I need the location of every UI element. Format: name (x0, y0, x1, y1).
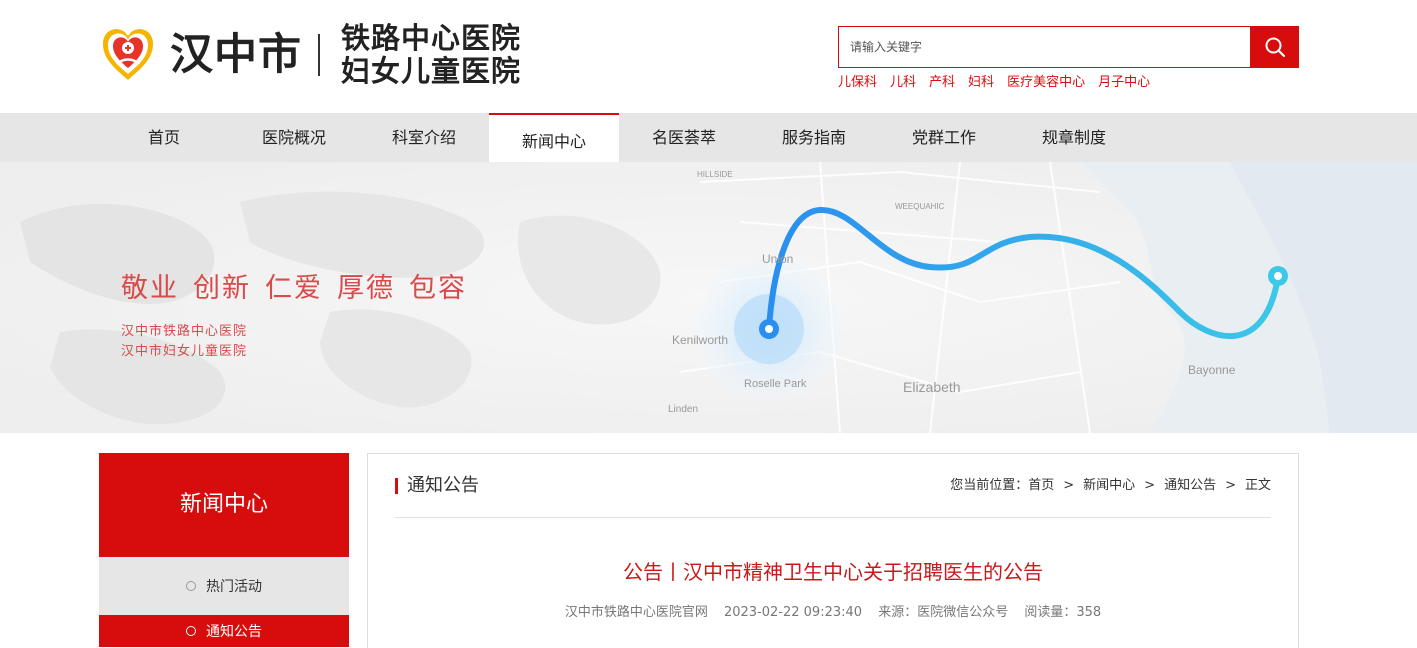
search-button[interactable] (1250, 26, 1299, 68)
breadcrumb-news[interactable]: 新闻中心 (1083, 477, 1135, 495)
slogan-word: 厚德 (337, 273, 395, 304)
nav-item-news[interactable]: 新闻中心 (489, 113, 619, 162)
quick-link-postpartum[interactable]: 月子中心 (1098, 74, 1150, 92)
section-accent-bar (395, 478, 398, 494)
slogan-word: 创新 (193, 273, 251, 304)
banner-slogan: 敬业 创新 仁爱 厚德 包容 (121, 266, 481, 305)
sidebar-item-label: 通知公告 (206, 624, 262, 640)
article-source: 来源：医院微信公众号 (878, 605, 1009, 620)
breadcrumb: 您当前位置： 首页 > 新闻中心 > 通知公告 > 正文 (950, 477, 1271, 495)
article-views: 阅读量：358 (1024, 605, 1102, 620)
quick-link-cosmetic[interactable]: 医疗美容中心 (1007, 74, 1085, 92)
banner-subtitle-2: 汉中市妇女儿童医院 (121, 344, 248, 359)
nav-item-home[interactable]: 首页 (99, 113, 229, 162)
map-label-elizabeth: Elizabeth (903, 379, 961, 395)
sidebar: 新闻中心 热门活动 通知公告 (99, 453, 349, 647)
quick-link-pediatrics[interactable]: 儿科 (890, 74, 916, 92)
nav-item-departments[interactable]: 科室介绍 (359, 113, 489, 162)
sidebar-item-label: 热门活动 (206, 579, 262, 595)
nav-item-party[interactable]: 党群工作 (879, 113, 1009, 162)
breadcrumb-notices[interactable]: 通知公告 (1164, 477, 1216, 495)
city-name[interactable]: 汉中市 (170, 28, 302, 82)
map-label-hillside: HILLSIDE (697, 170, 733, 179)
breadcrumb-current: 正文 (1244, 478, 1271, 493)
search-icon (1265, 37, 1285, 58)
breadcrumb-separator: > (1063, 478, 1075, 493)
hospital-name-line2[interactable]: 妇女儿童医院 (341, 55, 521, 87)
slogan-word: 敬业 (121, 273, 179, 304)
site-header: 汉中市 铁路中心医院 妇女儿童医院 儿保科 儿科 产科 妇科 医疗美容中心 月子… (0, 0, 1417, 113)
map-label-weequahic: WEEQUAHIC (895, 202, 945, 211)
quick-link-obstetrics[interactable]: 产科 (929, 74, 955, 92)
sidebar-item-notices[interactable]: 通知公告 (99, 615, 349, 647)
map-label-bayonne: Bayonne (1188, 363, 1236, 377)
quick-link-gynecology[interactable]: 妇科 (968, 74, 994, 92)
breadcrumb-prefix: 您当前位置： (950, 478, 1029, 493)
quick-links: 儿保科 儿科 产科 妇科 医疗美容中心 月子中心 (838, 74, 1150, 92)
circle-bullet-icon (186, 626, 196, 636)
slogan-word: 包容 (409, 273, 467, 304)
nav-item-rules[interactable]: 规章制度 (1009, 113, 1139, 162)
article-title: 公告丨汉中市精神卫生中心关于招聘医生的公告 (623, 560, 1043, 584)
nav-item-doctors[interactable]: 名医荟萃 (619, 113, 749, 162)
article-panel: 通知公告 您当前位置： 首页 > 新闻中心 > 通知公告 > 正文 公告丨汉中市… (367, 453, 1299, 648)
map-label-roselle-park: Roselle Park (744, 378, 807, 390)
slogan-word: 仁爱 (265, 273, 323, 304)
sidebar-title: 新闻中心 (99, 453, 349, 557)
article-datetime: 2023-02-22 09:23:40 (723, 605, 863, 620)
article-site: 汉中市铁路中心医院官网 (564, 605, 708, 620)
quick-link-child-care[interactable]: 儿保科 (838, 74, 877, 92)
sidebar-item-hot-activities[interactable]: 热门活动 (99, 557, 349, 615)
section-header: 通知公告 您当前位置： 首页 > 新闻中心 > 通知公告 > 正文 (395, 474, 1271, 518)
nav-item-overview[interactable]: 医院概况 (229, 113, 359, 162)
search-box (838, 26, 1299, 68)
section-title: 通知公告 (407, 475, 479, 496)
map-label-kenilworth: Kenilworth (672, 333, 729, 347)
article-meta: 汉中市铁路中心医院官网 2023-02-22 09:23:40 来源：医院微信公… (368, 604, 1298, 622)
breadcrumb-separator: > (1144, 478, 1156, 493)
nav-item-services[interactable]: 服务指南 (749, 113, 879, 162)
map-label-union: Union (762, 252, 794, 266)
logo-divider (318, 34, 320, 76)
banner-subtitle-1: 汉中市铁路中心医院 (121, 324, 248, 339)
search-input[interactable] (839, 27, 1251, 67)
circle-bullet-icon (186, 581, 196, 591)
hospital-name-line1[interactable]: 铁路中心医院 (341, 22, 521, 54)
breadcrumb-home[interactable]: 首页 (1028, 477, 1054, 495)
breadcrumb-separator: > (1225, 478, 1236, 493)
main-nav: 首页 医院概况 科室介绍 新闻中心 名医荟萃 服务指南 党群工作 规章制度 (0, 113, 1417, 162)
map-label-linden: Linden (668, 404, 699, 415)
hospital-logo-icon[interactable] (99, 24, 157, 82)
hero-banner: Kenilworth Roselle Park Elizabeth Bayonn… (0, 162, 1417, 433)
